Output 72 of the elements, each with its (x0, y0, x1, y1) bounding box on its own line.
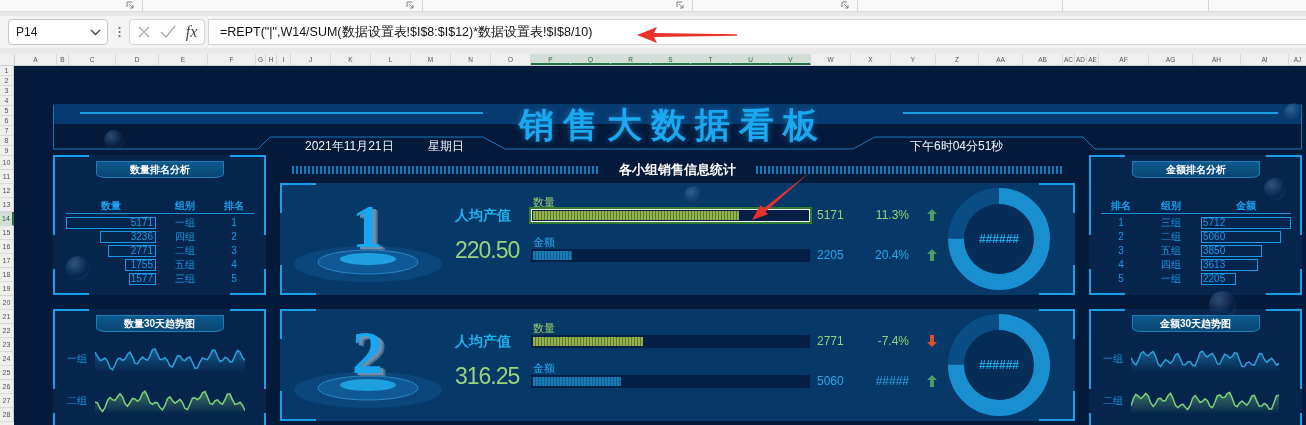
group-text: 四组 (174, 230, 196, 244)
value-text: 5060 (817, 374, 845, 388)
value-text: 2771 (817, 334, 845, 348)
column-heading: 组别 (174, 200, 196, 212)
insert-function-button[interactable]: fx (185, 23, 198, 41)
rank-text: 2 (1117, 230, 1125, 244)
panel-title: 金额排名分析 (1131, 161, 1260, 178)
metric-label: 人均产值 (455, 333, 512, 351)
panel-title: 数量排名分析 (95, 161, 224, 178)
rank-numeral: 2 (352, 319, 383, 385)
time-text: 下午6时04分51秒 (910, 139, 1004, 153)
value-bar: 2771 (107, 245, 156, 257)
value-bar: 3236 (99, 231, 156, 243)
column-heading: 数量 (100, 200, 122, 212)
column-heading: 排名 (223, 200, 245, 212)
change-text: ##### (874, 374, 909, 388)
series-label: 一组 (67, 352, 88, 366)
value-bar: 3850 (1201, 245, 1262, 257)
column-heading: 金额 (1235, 200, 1257, 212)
bar-label: 数量 (532, 196, 555, 208)
bar-label: 金额 (532, 362, 555, 374)
rank-text: 5 (230, 272, 238, 286)
rank-text: 3 (1117, 244, 1125, 258)
series-label: 二组 (1103, 394, 1124, 408)
value-bar: 5712 (1201, 217, 1291, 229)
group-text: 五组 (174, 258, 196, 272)
dashboard-title: 销售大数据看板 (517, 104, 828, 146)
rank-text: 1 (230, 216, 238, 230)
group-text: 三组 (1160, 216, 1182, 230)
value-bar: 1755 (125, 259, 156, 271)
donut-value: ###### (979, 232, 1019, 246)
panel-title: 数量30天趋势图 (95, 315, 224, 332)
rank-text: 1 (1117, 216, 1125, 230)
group-text: 二组 (174, 244, 196, 258)
value-bar: 5060 (1201, 231, 1281, 243)
panel-title: 金额30天趋势图 (1131, 315, 1260, 332)
rank-text: 3 (230, 244, 238, 258)
column-heading: 排名 (1110, 200, 1132, 212)
rank-text: 5 (1117, 272, 1125, 286)
rank-numeral: 1 (352, 193, 383, 259)
bar-label: 数量 (532, 322, 555, 334)
rank-text: 4 (230, 258, 238, 272)
value-bar: 3613 (1201, 259, 1258, 271)
date-text: 2021年11月21日 (305, 139, 394, 153)
group-text: 三组 (174, 272, 196, 286)
rank-text: 4 (1117, 258, 1125, 272)
donut-value: ###### (979, 358, 1019, 372)
section-title: 各小组销售信息统计 (618, 161, 736, 179)
name-box[interactable]: P14 (8, 19, 108, 45)
metric-value: 316.25 (455, 363, 521, 390)
change-text: 11.3% (874, 208, 909, 222)
series-label: 二组 (67, 394, 88, 408)
group-text: 二组 (1160, 230, 1182, 244)
formula-field[interactable]: =REPT("|",W14/SUM(数据设置表!$I$8:$I$12)*数据设置表!$I$8/10) (208, 19, 1306, 45)
group-text: 四组 (1160, 258, 1182, 272)
weekday-text: 星期日 (427, 139, 464, 153)
value-bar: 2205 (1201, 273, 1236, 285)
group-text: 一组 (174, 216, 196, 230)
group-text: 五组 (1160, 244, 1182, 258)
change-text: 20.4% (873, 248, 909, 262)
change-text: -7.4% (876, 334, 909, 348)
group-text: 一组 (1160, 272, 1182, 286)
bar-label: 金额 (532, 236, 555, 248)
metric-label: 人均产值 (455, 207, 512, 225)
value-text: 2205 (817, 248, 845, 262)
metric-value: 220.50 (455, 237, 521, 264)
column-heading: 组别 (1160, 200, 1182, 212)
value-text: 5171 (817, 208, 845, 222)
series-label: 一组 (1103, 352, 1124, 366)
value-bar: 1577 (128, 273, 156, 285)
rank-text: 2 (230, 230, 238, 244)
value-bar: 5171 (66, 217, 156, 229)
